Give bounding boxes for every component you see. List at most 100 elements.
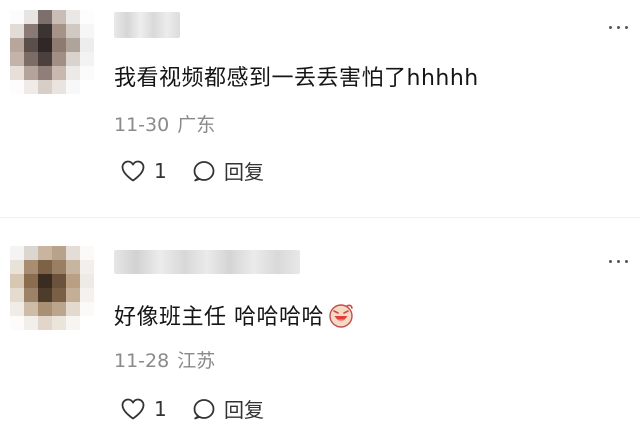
avatar-pixel [80, 52, 94, 66]
avatar-pixel [24, 316, 38, 330]
avatar-pixel [80, 10, 94, 24]
heart-outline-icon [121, 160, 145, 181]
avatar-pixel [52, 38, 66, 52]
avatar-pixel [10, 24, 24, 38]
avatar-pixel [66, 302, 80, 316]
avatar-pixel [38, 302, 52, 316]
avatar[interactable] [10, 246, 94, 330]
comment-item: 我看视频都感到一丢丢害怕了hhhhh 11-30 广东 1 回复 [0, 0, 640, 218]
avatar-pixel [80, 288, 94, 302]
avatar-pixel [38, 274, 52, 288]
avatar-pixel [66, 316, 80, 330]
avatar-pixel [38, 316, 52, 330]
avatar-pixel [66, 274, 80, 288]
avatar-pixel [80, 66, 94, 80]
comment-date: 11-28 [114, 350, 170, 372]
avatar-pixel [80, 316, 94, 330]
avatar-pixel [66, 246, 80, 260]
avatar-pixel [52, 316, 66, 330]
avatar-pixel [52, 274, 66, 288]
avatar-pixel [24, 52, 38, 66]
avatar-pixel [80, 260, 94, 274]
avatar-pixel [80, 302, 94, 316]
avatar-pixel [10, 38, 24, 52]
avatar-pixel [52, 66, 66, 80]
avatar-pixel [66, 10, 80, 24]
avatar-pixel [24, 38, 38, 52]
speech-bubble-icon [193, 160, 215, 181]
comment-meta: 11-30 广东 [114, 110, 215, 137]
avatar-pixel [10, 10, 24, 24]
avatar-pixel [66, 52, 80, 66]
reply-label: 回复 [224, 160, 264, 184]
avatar-pixel [66, 66, 80, 80]
comment-text-body: 好像班主任 哈哈哈哈 [114, 305, 324, 330]
avatar-pixel [66, 80, 80, 94]
comment-date: 11-30 [114, 114, 170, 136]
more-dots-icon[interactable] [609, 26, 628, 29]
avatar-pixel [52, 10, 66, 24]
avatar-pixel [10, 66, 24, 80]
reply-button[interactable]: 回复 [192, 394, 264, 423]
avatar-pixel [52, 288, 66, 302]
comment-actions: 1 回复 [120, 394, 264, 423]
avatar-pixel [24, 10, 38, 24]
avatar-pixel [66, 38, 80, 52]
avatar-pixel [24, 24, 38, 38]
avatar[interactable] [10, 10, 94, 94]
laughing-emoji-icon [329, 304, 353, 328]
avatar-pixel [38, 52, 52, 66]
avatar-pixel [38, 38, 52, 52]
avatar-pixel [24, 80, 38, 94]
avatar-pixel [80, 80, 94, 94]
avatar-pixel [10, 316, 24, 330]
speech-bubble-icon [193, 398, 215, 419]
avatar-pixel [24, 288, 38, 302]
avatar-pixel [66, 288, 80, 302]
comment-location: 江苏 [177, 350, 216, 372]
comment-text: 好像班主任 哈哈哈哈 [114, 299, 354, 331]
avatar-pixel [38, 246, 52, 260]
like-button[interactable]: 1 [120, 159, 192, 183]
avatar-pixel [38, 24, 52, 38]
avatar-pixel [52, 246, 66, 260]
avatar-pixel [38, 80, 52, 94]
avatar-pixel [38, 260, 52, 274]
like-count: 1 [154, 158, 167, 183]
reply-label: 回复 [224, 398, 264, 422]
username-blurred[interactable] [114, 250, 300, 274]
avatar-pixel [66, 260, 80, 274]
username-blurred[interactable] [114, 12, 180, 38]
avatar-pixel [24, 302, 38, 316]
avatar-pixel [52, 260, 66, 274]
like-count: 1 [154, 396, 167, 421]
avatar-pixel [10, 246, 24, 260]
avatar-pixel [24, 66, 38, 80]
comment-item: 好像班主任 哈哈哈哈 11-28 江苏 1 回复 [0, 218, 640, 434]
comment-location: 广东 [177, 114, 216, 136]
avatar-pixel [24, 246, 38, 260]
avatar-pixel [80, 38, 94, 52]
avatar-pixel [10, 80, 24, 94]
avatar-pixel [10, 274, 24, 288]
avatar-pixel [52, 302, 66, 316]
reply-button[interactable]: 回复 [192, 156, 264, 185]
comment-actions: 1 回复 [120, 156, 264, 185]
avatar-pixel [24, 274, 38, 288]
like-button[interactable]: 1 [120, 397, 192, 421]
avatar-pixel [52, 80, 66, 94]
heart-outline-icon [121, 398, 145, 419]
avatar-pixel [52, 52, 66, 66]
avatar-pixel [66, 24, 80, 38]
comment-text: 我看视频都感到一丢丢害怕了hhhhh [114, 66, 479, 91]
avatar-pixel [24, 260, 38, 274]
avatar-pixel [80, 274, 94, 288]
avatar-pixel [80, 246, 94, 260]
more-dots-icon[interactable] [609, 260, 628, 263]
avatar-pixel [38, 10, 52, 24]
avatar-pixel [52, 24, 66, 38]
avatar-pixel [10, 302, 24, 316]
avatar-pixel [10, 288, 24, 302]
avatar-pixel [38, 66, 52, 80]
avatar-pixel [10, 260, 24, 274]
